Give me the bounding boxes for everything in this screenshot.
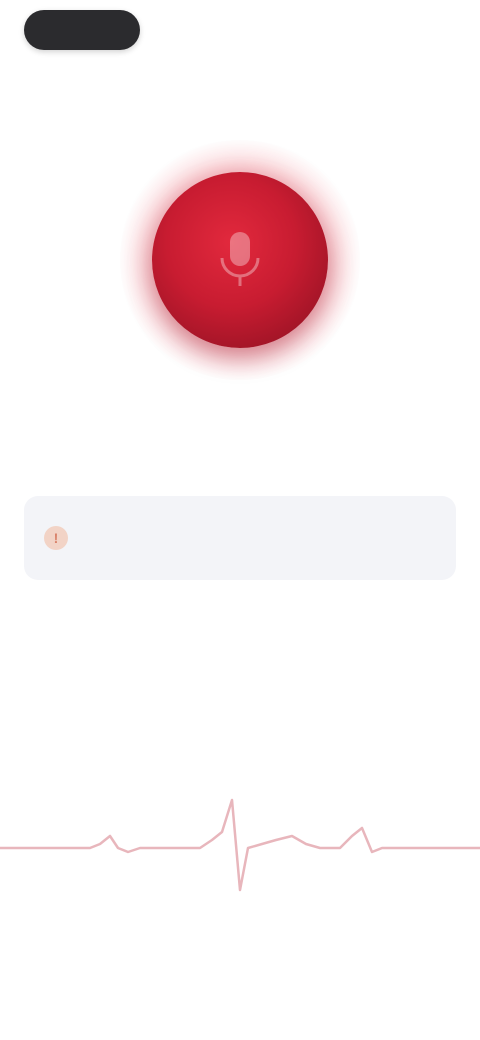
microphone-icon	[220, 232, 260, 286]
app-screen: !	[0, 0, 480, 1040]
top-right-link[interactable]	[392, 18, 452, 42]
heartbeat-waveform	[0, 798, 480, 892]
top-pill-button[interactable]	[24, 10, 140, 50]
record-button[interactable]	[152, 172, 328, 348]
page-title	[0, 70, 480, 98]
info-icon: !	[44, 526, 68, 550]
info-card: !	[24, 496, 456, 580]
ecg-line	[0, 798, 480, 892]
